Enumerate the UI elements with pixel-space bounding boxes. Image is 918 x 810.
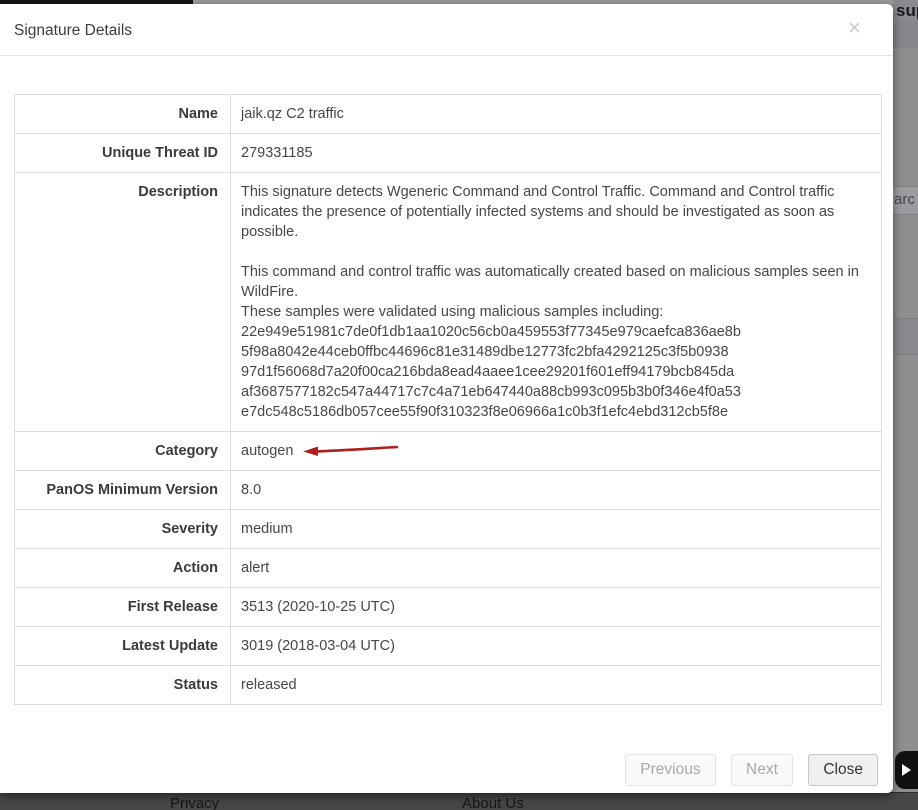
field-label: Description bbox=[15, 173, 231, 432]
field-value: This signature detects Wgeneric Command … bbox=[231, 173, 882, 432]
field-label: Status bbox=[15, 666, 231, 705]
category-value: autogen bbox=[241, 443, 293, 459]
field-label: Unique Threat ID bbox=[15, 134, 231, 173]
table-row-panos: PanOS Minimum Version 8.0 bbox=[15, 471, 882, 510]
signature-details-table: Name jaik.qz C2 traffic Unique Threat ID… bbox=[14, 94, 882, 705]
modal-footer: Previous Next Close bbox=[614, 754, 878, 786]
field-label: Name bbox=[15, 95, 231, 134]
field-value: alert bbox=[231, 549, 882, 588]
table-row-name: Name jaik.qz C2 traffic bbox=[15, 95, 882, 134]
field-value: autogen bbox=[231, 432, 882, 471]
table-row-latest-update: Latest Update 3019 (2018-03-04 UTC) bbox=[15, 627, 882, 666]
field-label: Severity bbox=[15, 510, 231, 549]
background-footer-band bbox=[0, 792, 918, 810]
field-value: released bbox=[231, 666, 882, 705]
table-row-category: Category autogen bbox=[15, 432, 882, 471]
field-label: Category bbox=[15, 432, 231, 471]
close-icon[interactable]: × bbox=[848, 17, 861, 39]
background-table-band bbox=[893, 318, 918, 355]
privacy-link: Privacy bbox=[170, 795, 219, 810]
next-button[interactable]: Next bbox=[731, 754, 793, 786]
annotation-arrow-icon bbox=[301, 444, 401, 458]
field-label: Action bbox=[15, 549, 231, 588]
previous-button[interactable]: Previous bbox=[625, 754, 715, 786]
field-label: First Release bbox=[15, 588, 231, 627]
table-row-description: Description This signature detects Wgene… bbox=[15, 173, 882, 432]
video-widget-button[interactable] bbox=[895, 751, 918, 789]
modal-title: Signature Details bbox=[14, 22, 132, 40]
table-row-threat-id: Unique Threat ID 279331185 bbox=[15, 134, 882, 173]
field-value: 279331185 bbox=[231, 134, 882, 173]
signature-details-modal: Signature Details × Name jaik.qz C2 traf… bbox=[0, 4, 893, 793]
close-button[interactable]: Close bbox=[808, 754, 878, 786]
field-label: PanOS Minimum Version bbox=[15, 471, 231, 510]
table-row-action: Action alert bbox=[15, 549, 882, 588]
field-value: medium bbox=[231, 510, 882, 549]
background-search-text: arc bbox=[894, 191, 915, 208]
modal-header: Signature Details × bbox=[0, 4, 893, 56]
play-icon bbox=[902, 764, 911, 776]
field-label: Latest Update bbox=[15, 627, 231, 666]
field-value: 3019 (2018-03-04 UTC) bbox=[231, 627, 882, 666]
field-value: 3513 (2020-10-25 UTC) bbox=[231, 588, 882, 627]
table-row-status: Status released bbox=[15, 666, 882, 705]
table-row-first-release: First Release 3513 (2020-10-25 UTC) bbox=[15, 588, 882, 627]
table-row-severity: Severity medium bbox=[15, 510, 882, 549]
background-nav-text: sup bbox=[896, 1, 918, 21]
field-value: 8.0 bbox=[231, 471, 882, 510]
background-header-shade bbox=[893, 22, 918, 48]
about-us-link: About Us bbox=[462, 795, 524, 810]
field-value: jaik.qz C2 traffic bbox=[231, 95, 882, 134]
